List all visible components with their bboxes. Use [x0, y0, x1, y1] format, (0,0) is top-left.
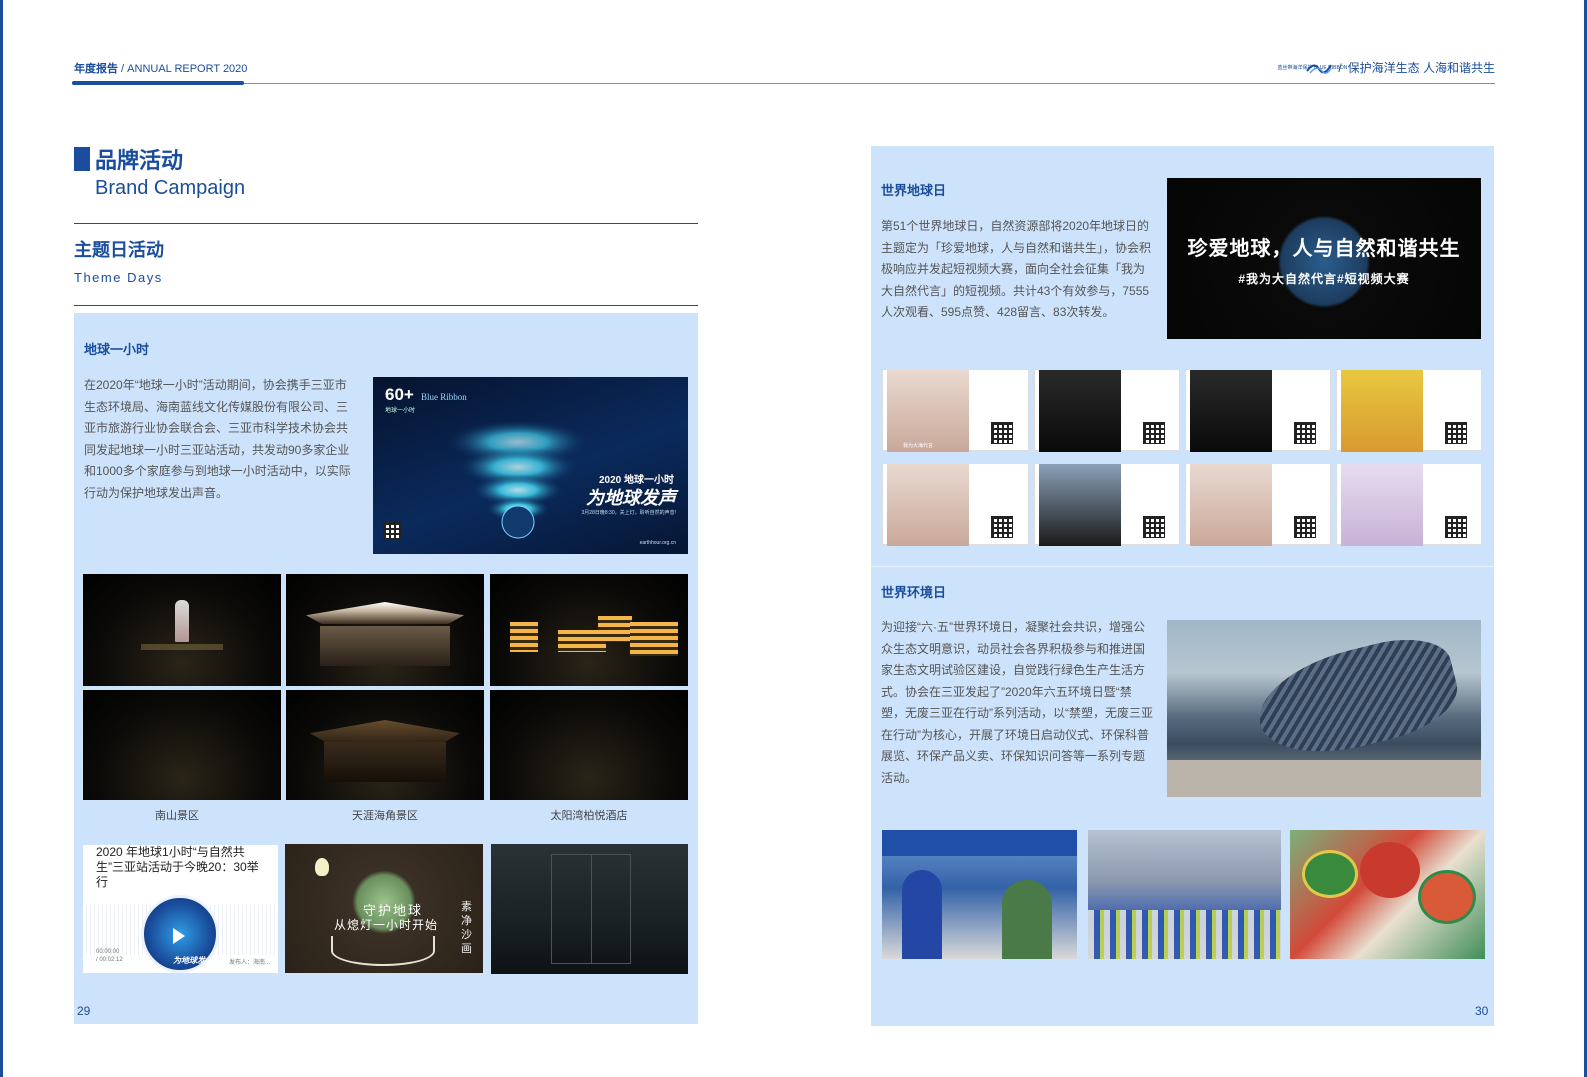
report-title-cn: 年度报告	[74, 63, 118, 75]
video-entry-card[interactable]	[1034, 369, 1180, 452]
qr-code-icon	[1294, 516, 1316, 538]
earth-day-body: 第51个世界地球日，自然资源部将2020年地球日的主题定为「珍爱地球，人与自然和…	[881, 219, 1152, 319]
page-number-left: 29	[77, 1004, 91, 1018]
page-number-right: 30	[1475, 1004, 1489, 1018]
video-entry-card[interactable]	[1336, 369, 1482, 452]
earth-hour-heading: 地球一小时	[84, 342, 150, 357]
news-video-card[interactable]: 2020 年地球1小时“与自然共生”三亚站活动于今晚20：30举行 为地球发 0…	[83, 845, 278, 973]
qr-code-icon	[991, 422, 1013, 444]
sand-art-plate-image: 守护地球 从熄灯一小时开始 素净沙画	[285, 844, 483, 973]
sun-bay-lights-off-photo	[490, 690, 688, 800]
header-slogan: 蓝丝带海洋保护 BLUE RIBBON / 保护海洋生态 人海和谐共生	[1277, 60, 1495, 76]
section-title-cn: 品牌活动	[95, 148, 184, 173]
qr-code-icon	[383, 522, 401, 540]
glowing-globe-illustration	[446, 420, 590, 539]
video-entry-card[interactable]	[1185, 369, 1331, 452]
qr-code-icon	[1445, 516, 1467, 538]
section-rule-top	[74, 223, 698, 224]
qr-code-icon	[1143, 516, 1165, 538]
section-title-marker	[74, 147, 90, 171]
news-title: 2020 年地球1小时“与自然共生”三亚站活动于今晚20：30举行	[96, 845, 259, 889]
header-accent-bar	[72, 81, 244, 85]
env-day-body: 为迎接“六·五”世界环境日，凝聚社会共识，增强公众生态文明意识，动员社会各界积极…	[881, 620, 1153, 785]
video-entry-card[interactable]	[882, 463, 1029, 546]
tianya-haijiao-night-photo	[286, 574, 484, 686]
crowd-event-photo	[1088, 830, 1281, 959]
subsection-title-en: Theme Days	[74, 270, 163, 285]
blue-ribbon-logo: 蓝丝带海洋保护 BLUE RIBBON	[1277, 62, 1347, 74]
qr-code-icon	[1445, 422, 1467, 444]
volunteers-booth-photo	[882, 830, 1077, 959]
slogan-text: 保护海洋生态 人海和谐共生	[1347, 61, 1495, 75]
report-header: 年度报告 / ANNUAL REPORT 2020	[74, 63, 248, 75]
play-icon[interactable]	[173, 928, 185, 944]
banner-subtitle: #我为大自然代言#短视频大赛	[1238, 272, 1410, 286]
page-edge-left	[0, 0, 3, 1077]
sun-bay-hotel-night-photo	[490, 574, 688, 686]
earth-hour-body: 在2020年“地球一小时”活动期间，协会携手三亚市生态环境局、海南蓝线文化传媒股…	[84, 378, 351, 500]
plastic-whale-sculpture-photo	[1167, 620, 1481, 797]
env-day-heading: 世界环境日	[881, 585, 947, 600]
subsection-title-cn: 主题日活动	[74, 240, 164, 260]
lobby-lights-off-photo	[491, 844, 688, 974]
video-entry-card[interactable]	[1336, 463, 1482, 546]
poster-slogan: 为地球发声	[586, 488, 676, 508]
earth-day-banner: 珍爱地球，人与自然和谐共生 #我为大自然代言#短视频大赛	[1167, 178, 1481, 339]
earth-hour-poster: 60+ 地球一小时 Blue Ribbon 2020 地球一小时 为地球发声 3…	[373, 377, 688, 554]
earth-day-heading: 世界地球日	[881, 183, 947, 198]
poster-badge: 60+	[385, 385, 414, 404]
video-entry-card[interactable]	[1185, 463, 1331, 546]
header-rule	[72, 83, 1495, 84]
ribbon-wave-icon	[1306, 64, 1333, 74]
banner-title: 珍爱地球，人与自然和谐共生	[1187, 238, 1461, 260]
caption-sunbay: 太阳湾柏悦酒店	[550, 810, 628, 822]
qr-code-icon	[1294, 422, 1316, 444]
nanshan-night-photo	[83, 574, 281, 686]
video-entry-card[interactable]: 我为大海代言	[882, 369, 1029, 452]
report-title-en: ANNUAL REPORT 2020	[127, 63, 248, 75]
section-rule-bottom	[74, 305, 698, 306]
tianya-lights-off-photo	[286, 690, 484, 800]
panel-divider	[871, 566, 1494, 567]
video-entry-card[interactable]	[1034, 463, 1180, 546]
section-title-en: Brand Campaign	[95, 177, 246, 199]
qr-code-icon	[991, 516, 1013, 538]
caption-tianya: 天涯海角景区	[352, 810, 418, 822]
nanshan-lights-off-photo	[83, 690, 281, 800]
turtle-crafts-photo	[1290, 830, 1485, 959]
qr-code-icon	[1143, 422, 1165, 444]
caption-nanshan: 南山景区	[155, 810, 199, 822]
